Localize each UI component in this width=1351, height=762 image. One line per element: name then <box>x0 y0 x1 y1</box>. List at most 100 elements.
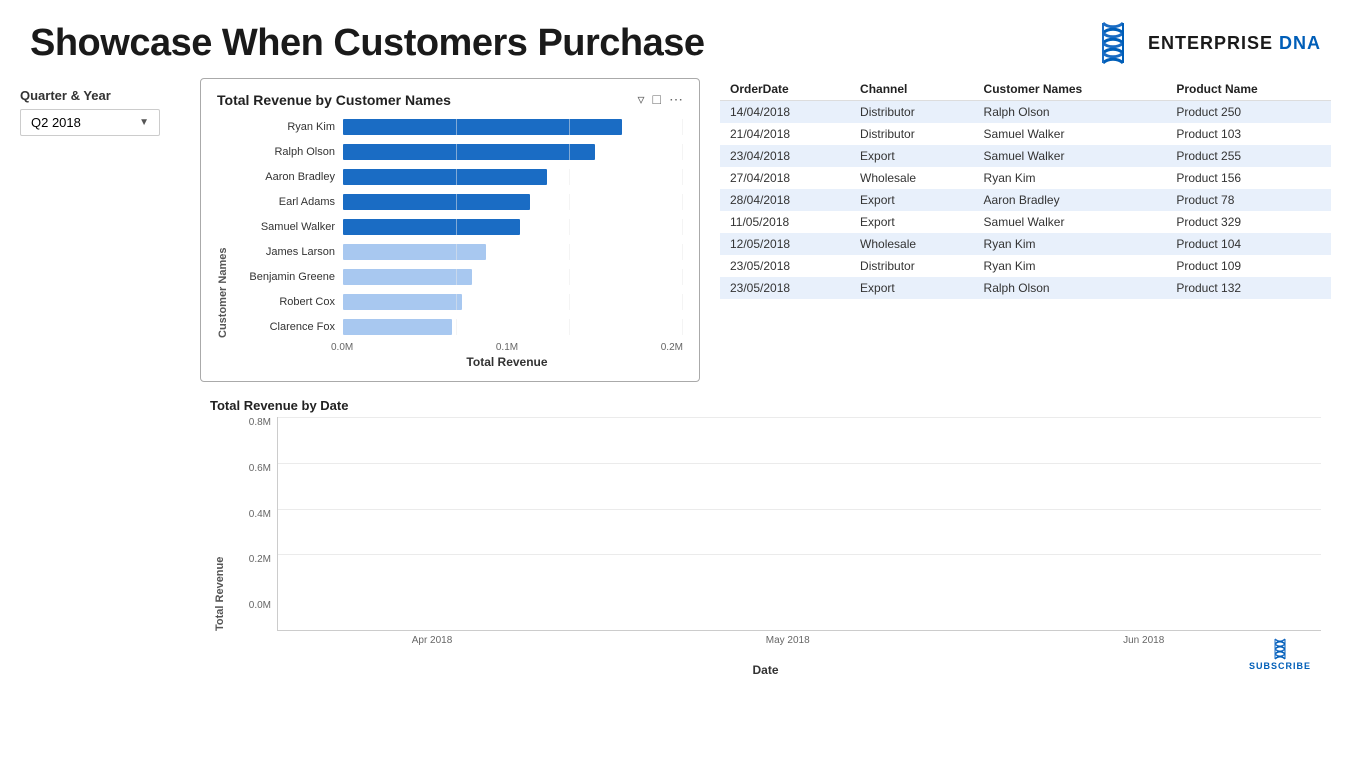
table-column-header: Product Name <box>1166 78 1331 101</box>
logo-text-normal: ENTERPRISE <box>1148 33 1279 53</box>
table-row: 23/05/2018DistributorRyan KimProduct 109 <box>720 255 1331 277</box>
x-axis-label: Total Revenue <box>331 355 683 369</box>
bar-fill <box>343 244 486 260</box>
filter-label: Quarter & Year <box>20 88 180 103</box>
time-bars <box>278 417 1321 630</box>
bar-chart-body: Customer Names Ryan Kim Ralph Olson Aaro… <box>217 116 683 338</box>
table-cell: 28/04/2018 <box>720 189 850 211</box>
table-cell: Product 250 <box>1166 101 1331 124</box>
data-table: OrderDateChannelCustomer NamesProduct Na… <box>720 78 1331 299</box>
x-tick-0: 0.0M <box>331 342 353 353</box>
chevron-down-icon: ▼ <box>139 117 149 128</box>
bar-label: Benjamin Greene <box>233 271 343 283</box>
table-cell: 21/04/2018 <box>720 123 850 145</box>
table-container: OrderDateChannelCustomer NamesProduct Na… <box>720 78 1331 382</box>
filter-icon[interactable]: ▿ <box>638 91 645 108</box>
x-label-apr: Apr 2018 <box>412 635 453 646</box>
table-cell: Product 109 <box>1166 255 1331 277</box>
bar-fill <box>343 319 452 335</box>
y-axis-label: Customer Names <box>217 116 229 338</box>
bar-fill <box>343 169 547 185</box>
time-y-axis-label: Total Revenue <box>210 417 230 631</box>
bar-label: Ralph Olson <box>233 146 343 158</box>
bar-row: James Larson <box>233 241 683 263</box>
sidebar: Quarter & Year Q2 2018 ▼ <box>20 78 180 677</box>
table-cell: Distributor <box>850 123 973 145</box>
bar-chart-inner: Customer Names Ryan Kim Ralph Olson Aaro… <box>217 116 683 369</box>
table-row: 21/04/2018DistributorSamuel WalkerProduc… <box>720 123 1331 145</box>
time-y-axis: 0.8M 0.6M 0.4M 0.2M 0.0M <box>232 417 277 631</box>
table-cell: 27/04/2018 <box>720 167 850 189</box>
table-cell: Wholesale <box>850 167 973 189</box>
table-cell: Wholesale <box>850 233 973 255</box>
bar-chart-title: Total Revenue by Customer Names <box>217 92 451 108</box>
more-icon[interactable]: ⋯ <box>669 91 683 108</box>
bar-row: Samuel Walker <box>233 216 683 238</box>
y-tick-0: 0.0M <box>249 600 271 611</box>
y-tick-4: 0.8M <box>249 417 271 428</box>
table-row: 23/05/2018ExportRalph OlsonProduct 132 <box>720 277 1331 299</box>
bar-chart-container: Total Revenue by Customer Names ▿ □ ⋯ Cu… <box>200 78 700 382</box>
charts-area: Total Revenue by Customer Names ▿ □ ⋯ Cu… <box>200 78 1331 677</box>
bar-row: Clarence Fox <box>233 316 683 338</box>
bar-fill <box>343 219 520 235</box>
bar-track <box>343 169 683 185</box>
subscribe-area: SUBSCRIBE <box>1249 637 1311 671</box>
table-row: 11/05/2018ExportSamuel WalkerProduct 329 <box>720 211 1331 233</box>
y-tick-1: 0.2M <box>249 554 271 565</box>
time-chart: Total Revenue 0.8M 0.6M 0.4M 0.2M 0.0M <box>210 417 1321 677</box>
table-cell: Product 255 <box>1166 145 1331 167</box>
table-cell: Export <box>850 211 973 233</box>
table-cell: Product 103 <box>1166 123 1331 145</box>
bottom-chart-container: Total Revenue by Date Total Revenue 0.8M… <box>200 392 1331 677</box>
bottom-chart-title: Total Revenue by Date <box>210 398 1321 413</box>
table-cell: Ryan Kim <box>974 167 1167 189</box>
bar-track <box>343 144 683 160</box>
table-cell: Ralph Olson <box>974 101 1167 124</box>
table-row: 27/04/2018WholesaleRyan KimProduct 156 <box>720 167 1331 189</box>
table-column-header: Channel <box>850 78 973 101</box>
table-cell: Ryan Kim <box>974 255 1167 277</box>
header: Showcase When Customers Purchase ENTERPR… <box>0 0 1351 78</box>
time-x-axis-label: Date <box>752 663 778 677</box>
table-cell: Product 329 <box>1166 211 1331 233</box>
bar-fill <box>343 194 530 210</box>
table-cell: Ralph Olson <box>974 277 1167 299</box>
page-title: Showcase When Customers Purchase <box>30 22 705 65</box>
table-row: 23/04/2018ExportSamuel WalkerProduct 255 <box>720 145 1331 167</box>
dna-logo-icon <box>1088 18 1138 68</box>
table-cell: Samuel Walker <box>974 123 1167 145</box>
chart-icons: ▿ □ ⋯ <box>638 91 684 108</box>
x-label-jun: Jun 2018 <box>1123 635 1164 646</box>
time-chart-inner: Total Revenue 0.8M 0.6M 0.4M 0.2M 0.0M <box>210 417 1321 677</box>
table-cell: Export <box>850 189 973 211</box>
bar-track <box>343 269 683 285</box>
table-header-row: OrderDateChannelCustomer NamesProduct Na… <box>720 78 1331 101</box>
bar-label: Aaron Bradley <box>233 171 343 183</box>
table-column-header: Customer Names <box>974 78 1167 101</box>
table-cell: Aaron Bradley <box>974 189 1167 211</box>
bar-row: Robert Cox <box>233 291 683 313</box>
bar-label: Ryan Kim <box>233 121 343 133</box>
subscribe-text: SUBSCRIBE <box>1249 661 1311 671</box>
table-cell: Product 132 <box>1166 277 1331 299</box>
table-cell: Product 104 <box>1166 233 1331 255</box>
subscribe-dna-icon <box>1268 637 1292 661</box>
x-label-may: May 2018 <box>766 635 810 646</box>
logo-text: ENTERPRISE DNA <box>1148 33 1321 54</box>
table-cell: Export <box>850 145 973 167</box>
time-chart-area <box>277 417 1321 631</box>
bar-fill <box>343 269 472 285</box>
expand-icon[interactable]: □ <box>653 91 661 108</box>
quarter-year-dropdown[interactable]: Q2 2018 ▼ <box>20 109 160 136</box>
table-cell: Product 78 <box>1166 189 1331 211</box>
logo-text-bold: DNA <box>1279 33 1321 53</box>
bar-rows: Ryan Kim Ralph Olson Aaron Bradley Earl … <box>233 116 683 338</box>
table-cell: 11/05/2018 <box>720 211 850 233</box>
bar-row: Benjamin Greene <box>233 266 683 288</box>
top-charts: Total Revenue by Customer Names ▿ □ ⋯ Cu… <box>200 78 1331 382</box>
time-x-axis: Apr 2018 May 2018 Jun 2018 <box>255 631 1321 661</box>
table-cell: Samuel Walker <box>974 211 1167 233</box>
table-scroll-wrapper[interactable]: OrderDateChannelCustomer NamesProduct Na… <box>720 78 1331 299</box>
x-axis-area: 0.0M 0.1M 0.2M Total Revenue <box>331 338 683 369</box>
